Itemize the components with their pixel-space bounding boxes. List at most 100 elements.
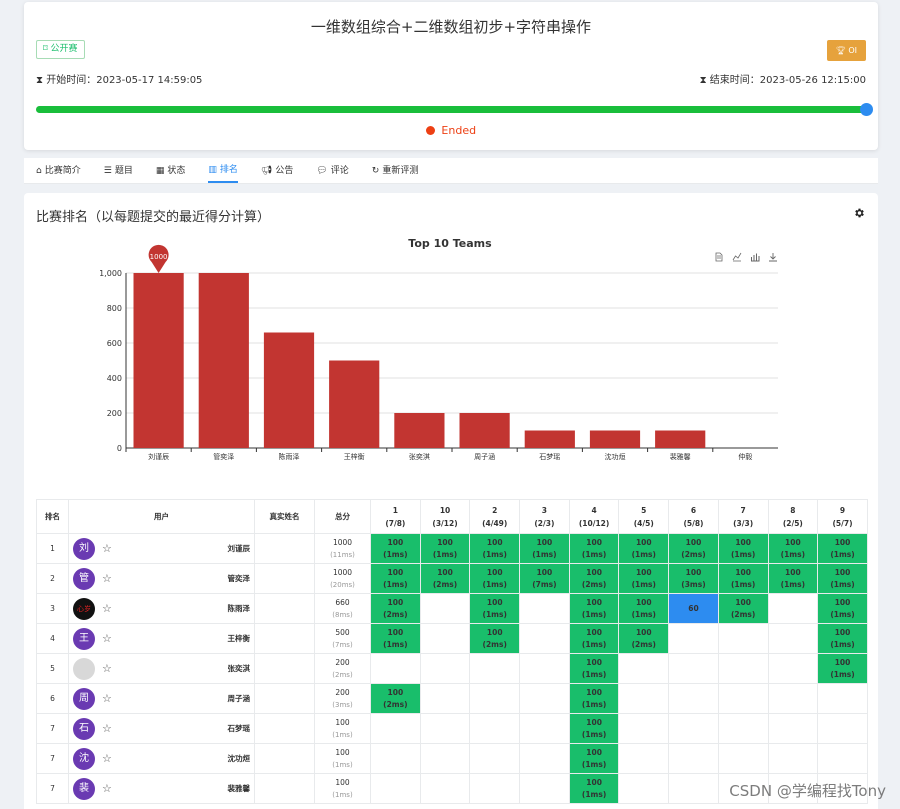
star-icon[interactable]: ☆ (102, 572, 112, 585)
username[interactable]: 石梦瑶 (228, 723, 251, 734)
bar-裴雅馨[interactable] (655, 430, 706, 449)
problem-score-cell[interactable]: 100 (2ms) (568, 563, 620, 594)
problem-score-cell[interactable]: 100 (1ms) (618, 533, 670, 564)
problem-score-cell[interactable]: 100 (1ms) (817, 563, 868, 594)
avatar[interactable]: 刘 (73, 537, 95, 560)
problem-score-cell[interactable]: 60 (668, 593, 719, 624)
tab-1[interactable]: ☰ 题目 (104, 158, 133, 183)
problem-score-cell[interactable]: 100 (2ms) (370, 683, 421, 714)
header-problem-6[interactable]: 6 (5/8) (668, 499, 719, 534)
problem-score-cell[interactable]: 100 (1ms) (568, 713, 620, 744)
problem-score-cell[interactable]: 100 (2ms) (618, 623, 670, 654)
bar-陈雨泽[interactable] (263, 332, 315, 449)
username[interactable]: 王梓衡 (228, 633, 251, 644)
avatar[interactable]: 王 (73, 627, 95, 650)
star-icon[interactable]: ☆ (102, 632, 112, 645)
avatar[interactable]: 裴 (73, 777, 95, 800)
bar-周子涵[interactable] (459, 413, 510, 448)
header-problem-7[interactable]: 7 (3/3) (717, 499, 769, 534)
header-problem-5[interactable]: 5 (4/5) (618, 499, 670, 534)
bar-沈功烜[interactable] (589, 430, 641, 449)
tab-4[interactable]: 📢︎ 公告 (261, 158, 293, 183)
problem-score-cell[interactable]: 100 (1ms) (568, 653, 620, 684)
bar-刘谨辰[interactable] (133, 273, 184, 448)
problem-score-cell[interactable]: 100 (1ms) (370, 563, 421, 594)
total-score-cell[interactable]: 100 (1ms) (314, 773, 371, 804)
avatar[interactable]: 周 (73, 687, 95, 710)
header-problem-9[interactable]: 9 (5/7) (817, 499, 868, 534)
username[interactable]: 陈雨泽 (228, 603, 251, 614)
tab-0[interactable]: ⌂ 比赛简介 (36, 158, 81, 183)
star-icon[interactable]: ☆ (102, 692, 112, 705)
avatar[interactable]: 沈 (73, 747, 95, 770)
avatar[interactable]: 石 (73, 717, 95, 740)
total-score-cell[interactable]: 100 (1ms) (314, 743, 371, 774)
avatar[interactable]: 心岁 (73, 597, 95, 620)
total-score-cell[interactable]: 500 (7ms) (314, 623, 371, 654)
tab-2[interactable]: ▦ 状态 (156, 158, 186, 183)
gear-icon[interactable] (853, 207, 865, 219)
problem-score-cell[interactable]: 100 (2ms) (419, 563, 471, 594)
star-icon[interactable]: ☆ (102, 752, 112, 765)
problem-score-cell[interactable]: 100 (1ms) (767, 563, 819, 594)
username[interactable]: 裴雅馨 (228, 783, 251, 794)
header-problem-4[interactable]: 4 (10/12) (568, 499, 620, 534)
total-score-cell[interactable]: 100 (1ms) (314, 713, 371, 744)
problem-score-cell[interactable]: 100 (1ms) (469, 593, 521, 624)
problem-score-cell[interactable]: 100 (1ms) (568, 683, 620, 714)
problem-score-cell[interactable]: 100 (1ms) (717, 533, 769, 564)
star-icon[interactable]: ☆ (102, 782, 112, 795)
bar-王梓衡[interactable] (329, 360, 380, 449)
bar-张奕淇[interactable] (394, 413, 445, 448)
problem-score-cell[interactable]: 100 (2ms) (370, 593, 421, 624)
tab-6[interactable]: ↻ 重新评测 (372, 158, 419, 183)
problem-score-cell[interactable]: 100 (1ms) (618, 593, 670, 624)
problem-score-cell[interactable]: 100 (1ms) (817, 593, 868, 624)
problem-score-cell[interactable]: 100 (1ms) (469, 563, 521, 594)
problem-score-cell[interactable]: 100 (1ms) (767, 533, 819, 564)
problem-score-cell[interactable]: 100 (1ms) (817, 623, 868, 654)
username[interactable]: 管奕泽 (228, 573, 251, 584)
total-score-cell[interactable]: 1000 (20ms) (314, 563, 371, 594)
problem-score-cell[interactable]: 100 (1ms) (817, 653, 868, 684)
avatar[interactable]: 管 (73, 567, 95, 590)
problem-score-cell[interactable]: 100 (1ms) (568, 623, 620, 654)
progress-knob[interactable] (860, 103, 873, 116)
problem-score-cell[interactable]: 100 (1ms) (419, 533, 471, 564)
problem-score-cell[interactable]: 100 (3ms) (668, 563, 719, 594)
username[interactable]: 刘谨辰 (228, 543, 251, 554)
star-icon[interactable]: ☆ (102, 662, 112, 675)
problem-score-cell[interactable]: 100 (2ms) (469, 623, 521, 654)
star-icon[interactable]: ☆ (102, 722, 112, 735)
problem-score-cell[interactable]: 100 (1ms) (618, 563, 670, 594)
header-problem-10[interactable]: 10 (3/12) (419, 499, 471, 534)
problem-score-cell[interactable]: 100 (1ms) (568, 773, 620, 804)
avatar[interactable] (73, 657, 95, 680)
star-icon[interactable]: ☆ (102, 542, 112, 555)
star-icon[interactable]: ☆ (102, 602, 112, 615)
header-problem-2[interactable]: 2 (4/49) (469, 499, 521, 534)
problem-score-cell[interactable]: 100 (1ms) (568, 593, 620, 624)
problem-score-cell[interactable]: 100 (1ms) (817, 533, 868, 564)
bar-管奕泽[interactable] (198, 273, 249, 448)
problem-score-cell[interactable]: 100 (1ms) (568, 743, 620, 774)
problem-score-cell[interactable]: 100 (2ms) (717, 593, 769, 624)
total-score-cell[interactable]: 200 (3ms) (314, 683, 371, 714)
problem-score-cell[interactable]: 100 (7ms) (519, 563, 570, 594)
bar-石梦瑶[interactable] (524, 430, 575, 449)
problem-score-cell[interactable]: 100 (1ms) (519, 533, 570, 564)
total-score-cell[interactable]: 1000 (11ms) (314, 533, 371, 564)
tab-3[interactable]: ▥ 排名 (208, 158, 238, 183)
problem-score-cell[interactable]: 100 (1ms) (370, 623, 421, 654)
username[interactable]: 周子涵 (228, 693, 251, 704)
tab-5[interactable]: 💬︎ 评论 (316, 158, 348, 183)
problem-score-cell[interactable]: 100 (1ms) (469, 533, 521, 564)
problem-score-cell[interactable]: 100 (1ms) (370, 533, 421, 564)
header-problem-1[interactable]: 1 (7/8) (370, 499, 421, 534)
oi-rule-button[interactable]: 🏆︎ OI (826, 40, 866, 61)
total-score-cell[interactable]: 200 (2ms) (314, 653, 371, 684)
problem-score-cell[interactable]: 100 (1ms) (568, 533, 620, 564)
header-problem-8[interactable]: 8 (2/5) (767, 499, 819, 534)
total-score-cell[interactable]: 660 (8ms) (314, 593, 371, 624)
problem-score-cell[interactable]: 100 (2ms) (668, 533, 719, 564)
